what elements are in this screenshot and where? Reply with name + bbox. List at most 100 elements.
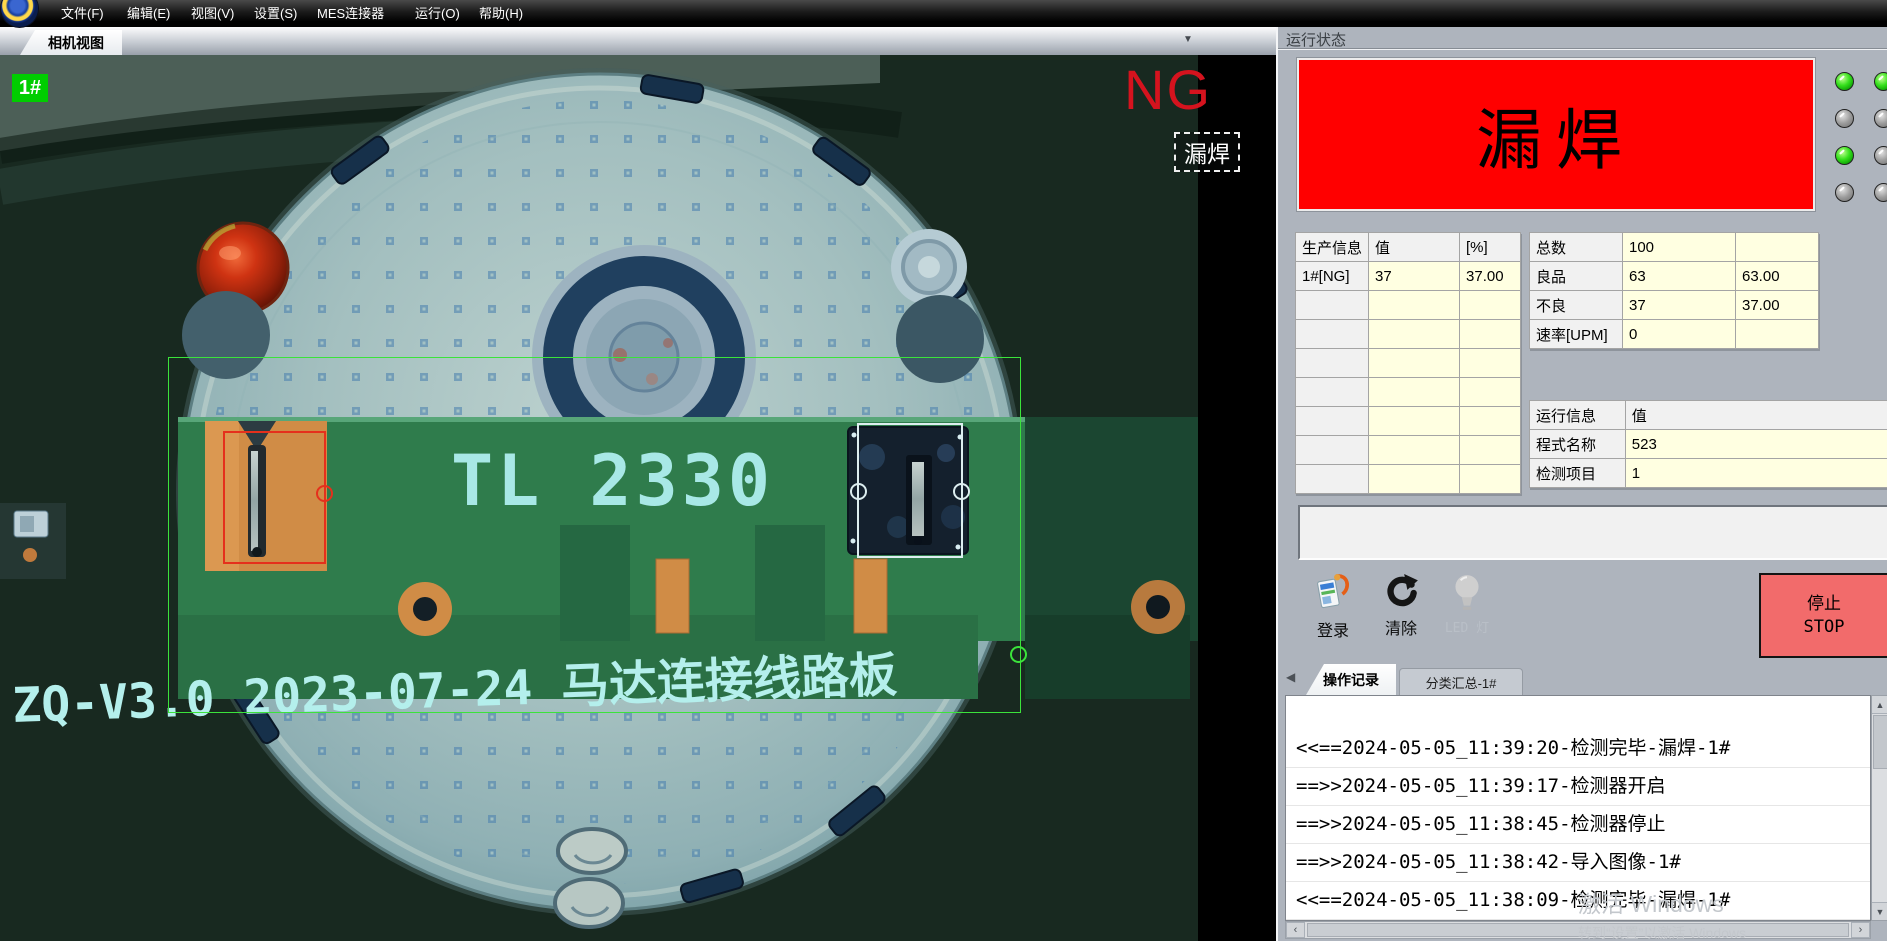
defect-label-tag: 漏焊 bbox=[1174, 132, 1240, 172]
inspection-result-text: NG bbox=[1124, 57, 1212, 122]
table-row: 总数 100 bbox=[1530, 233, 1819, 262]
status-banner: 漏焊 bbox=[1297, 58, 1815, 211]
col-header: 值 bbox=[1369, 233, 1460, 262]
message-textbox[interactable] bbox=[1298, 505, 1887, 560]
menu-view[interactable]: 视图(V) bbox=[186, 0, 239, 27]
cell-value: 63.00 bbox=[1736, 262, 1819, 291]
cell-value bbox=[1736, 233, 1819, 262]
divider bbox=[1278, 48, 1887, 50]
status-led bbox=[1835, 146, 1854, 165]
table-row: 程式名称 523 bbox=[1530, 430, 1887, 459]
cell-label: 1#[NG] bbox=[1296, 262, 1369, 291]
refresh-arrow-icon bbox=[1382, 572, 1420, 612]
tab-operation-log-label: 操作记录 bbox=[1323, 670, 1379, 690]
cell-label: 检测项目 bbox=[1530, 459, 1626, 488]
table-empty-row bbox=[1296, 407, 1521, 436]
table-header-row: 生产信息 值 [%] bbox=[1296, 233, 1521, 262]
region-handle[interactable] bbox=[953, 483, 970, 500]
app-logo-icon bbox=[1, 0, 38, 27]
camera-tab-bar: 相机视图 ▼ bbox=[0, 27, 1276, 56]
status-led bbox=[1874, 183, 1887, 202]
scroll-down-icon[interactable]: ▼ bbox=[1872, 902, 1887, 920]
menu-edit[interactable]: 编辑(E) bbox=[122, 0, 175, 27]
bearing-ring bbox=[891, 229, 967, 305]
camera-number-badge: 1# bbox=[12, 74, 48, 102]
cell-value: 100 bbox=[1623, 233, 1736, 262]
menu-run[interactable]: 运行(O) bbox=[410, 0, 465, 27]
col-header: 生产信息 bbox=[1296, 233, 1369, 262]
login-button-label: 登录 bbox=[1317, 617, 1349, 641]
left-connector-tab bbox=[0, 503, 66, 579]
cell-value: 37 bbox=[1623, 291, 1736, 320]
table-row: 不良 37 37.00 bbox=[1530, 291, 1819, 320]
table-empty-row bbox=[1296, 349, 1521, 378]
table-row: 良品 63 63.00 bbox=[1530, 262, 1819, 291]
status-led bbox=[1835, 72, 1854, 91]
stop-button-label-en: STOP bbox=[1804, 616, 1845, 638]
menu-mes-connector[interactable]: MES连接器 bbox=[312, 0, 389, 27]
log-entry[interactable]: ==>>2024-05-05_11:38:45-检测器停止 bbox=[1286, 806, 1870, 844]
menu-bar: 文件(F) 编辑(E) 视图(V) 设置(S) MES连接器 运行(O) 帮助(… bbox=[0, 0, 1887, 27]
scroll-left-icon[interactable]: ‹ bbox=[1286, 922, 1305, 938]
camera-viewport: TL 2330 ZQ-V3.0 2023-07-24 马达连接线路板 1# NG bbox=[0, 55, 1276, 941]
cell-value bbox=[1736, 320, 1819, 349]
cell-label: 总数 bbox=[1530, 233, 1623, 262]
table-row[interactable]: 1#[NG] 37 37.00 bbox=[1296, 262, 1521, 291]
id-badge-icon bbox=[1315, 572, 1351, 614]
cell-label: 程式名称 bbox=[1530, 430, 1626, 459]
status-panel: 运行状态 漏焊 生产信息 值 [%] 1#[NG] 37 37.00 bbox=[1276, 27, 1887, 941]
login-button[interactable]: 登录 bbox=[1302, 572, 1364, 654]
cell-label: 良品 bbox=[1530, 262, 1623, 291]
light-bulb-icon bbox=[1451, 572, 1483, 614]
log-entry[interactable]: ==>>2024-05-05_11:39:17-检测器开启 bbox=[1286, 768, 1870, 806]
cell-value: 37 bbox=[1369, 262, 1460, 291]
tab-operation-log[interactable]: 操作记录 bbox=[1306, 664, 1396, 695]
status-led bbox=[1874, 72, 1887, 91]
chevron-down-icon[interactable]: ▼ bbox=[1183, 34, 1193, 45]
clear-button[interactable]: 清除 bbox=[1370, 572, 1432, 654]
tab-camera-view-label: 相机视图 bbox=[48, 33, 104, 53]
cell-value: 37.00 bbox=[1460, 262, 1521, 291]
pass-detection-box[interactable] bbox=[857, 423, 963, 558]
tab-camera-view[interactable]: 相机视图 bbox=[20, 30, 122, 55]
table-empty-row bbox=[1296, 378, 1521, 407]
scroll-right-icon[interactable]: › bbox=[1851, 922, 1870, 938]
table-empty-row bbox=[1296, 291, 1521, 320]
col-header: 运行信息 bbox=[1530, 401, 1626, 430]
menu-file[interactable]: 文件(F) bbox=[56, 0, 109, 27]
log-horizontal-scrollbar[interactable]: ‹ › bbox=[1285, 921, 1871, 939]
log-entry[interactable]: <<==2024-05-05_11:39:20-检测完毕-漏焊-1# bbox=[1286, 730, 1870, 768]
led-light-button[interactable]: LED 灯 bbox=[1436, 572, 1498, 654]
cell-value: 63 bbox=[1623, 262, 1736, 291]
region-handle[interactable] bbox=[316, 485, 333, 502]
cell-value: 0 bbox=[1623, 320, 1736, 349]
status-led bbox=[1874, 109, 1887, 128]
led-button-label: LED 灯 bbox=[1445, 617, 1489, 636]
region-handle[interactable] bbox=[1010, 646, 1027, 663]
run-info-table: 运行信息 值 程式名称 523 检测项目 1 bbox=[1529, 400, 1887, 488]
tab-scroll-left-icon[interactable]: ◀ bbox=[1286, 670, 1295, 684]
table-row: 检测项目 1 bbox=[1530, 459, 1887, 488]
status-led bbox=[1874, 146, 1887, 165]
scrollbar-thumb[interactable] bbox=[1307, 923, 1849, 937]
tab-class-summary[interactable]: 分类汇总-1# bbox=[1399, 668, 1523, 696]
cell-value: 523 bbox=[1625, 430, 1887, 459]
through-hole-right bbox=[1131, 580, 1185, 634]
stop-button[interactable]: 停止 STOP bbox=[1759, 573, 1887, 658]
log-entry[interactable]: <<==2024-05-05_11:38:09-检测完毕-漏焊-1# bbox=[1286, 882, 1870, 920]
clear-button-label: 清除 bbox=[1385, 615, 1417, 639]
menu-help[interactable]: 帮助(H) bbox=[474, 0, 528, 27]
scrollbar-thumb[interactable] bbox=[1873, 715, 1887, 769]
table-empty-row bbox=[1296, 320, 1521, 349]
status-led bbox=[1835, 109, 1854, 128]
menu-settings[interactable]: 设置(S) bbox=[249, 0, 302, 27]
cell-value: 1 bbox=[1625, 459, 1887, 488]
defect-detection-box[interactable] bbox=[223, 431, 326, 564]
log-vertical-scrollbar[interactable]: ▲ ▼ bbox=[1871, 695, 1887, 921]
region-handle[interactable] bbox=[850, 483, 867, 500]
scroll-up-icon[interactable]: ▲ bbox=[1872, 696, 1887, 714]
panel-title: 运行状态 bbox=[1286, 29, 1346, 50]
log-entry[interactable]: ==>>2024-05-05_11:38:42-导入图像-1# bbox=[1286, 844, 1870, 882]
production-info-table: 生产信息 值 [%] 1#[NG] 37 37.00 bbox=[1295, 232, 1521, 494]
table-empty-row bbox=[1296, 436, 1521, 465]
